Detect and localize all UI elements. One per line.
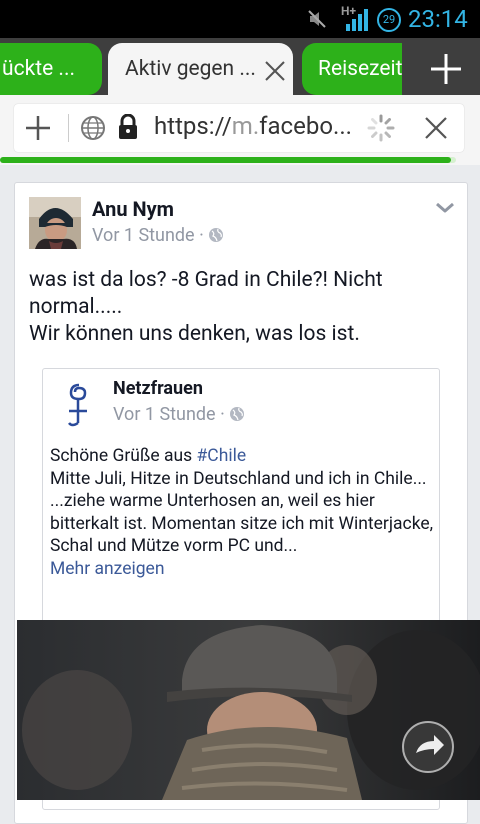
status-bar: H+ 29 23:14 (0, 0, 480, 38)
close-tab-icon[interactable] (264, 60, 286, 82)
shared-meta: Vor 1 Stunde · (113, 404, 245, 425)
loading-spinner-icon (367, 114, 395, 142)
tab-previous[interactable]: ückte ... (0, 43, 102, 95)
shared-text-prefix: Schöne Grüße aus (50, 446, 197, 466)
globe-icon (81, 116, 105, 140)
post-text: was ist da los? -8 Grad in Chile?! Nicht… (29, 267, 449, 348)
shared-text-line: ...ziehe warme Unterhosen an, weil es hi… (50, 491, 434, 556)
page-content: Anu Nym Vor 1 Stunde · was ist da los? -… (0, 165, 480, 824)
address-bar-area: https://m.facebo... (0, 95, 480, 165)
url-host-dim: m. (231, 112, 260, 140)
lock-icon (119, 114, 137, 139)
share-button[interactable] (402, 721, 454, 773)
post-author[interactable]: Anu Nym (92, 197, 174, 221)
mute-icon (308, 10, 326, 28)
see-more-link[interactable]: Mehr anzeigen (50, 558, 434, 581)
new-tab-plus-icon[interactable] (412, 38, 480, 100)
divider (68, 114, 69, 142)
notification-badge-icon: 29 (377, 8, 401, 32)
tab-active[interactable]: Aktiv gegen ... (108, 43, 293, 100)
post-photo[interactable] (17, 620, 480, 800)
audience-globe-icon (208, 228, 223, 242)
page-load-progress (0, 157, 456, 163)
url-scheme: https:// (154, 112, 232, 140)
netzfrauen-logo-icon (57, 379, 99, 431)
avatar[interactable] (29, 197, 81, 249)
url-host: facebo... (259, 112, 352, 140)
tab-bar: ückte ... Aktiv gegen ... Reisezeit (0, 38, 480, 100)
shared-text: Schöne Grüße aus #Chile Mitte Juli, Hitz… (50, 445, 434, 580)
tab-next[interactable]: Reisezeit (302, 43, 402, 95)
page-load-progress-fill (0, 157, 452, 163)
address-bar[interactable]: https://m.facebo... (14, 104, 464, 152)
post-text-line: Wir können uns denken, was los ist. (29, 322, 360, 346)
chevron-down-icon[interactable] (435, 201, 455, 215)
post-time[interactable]: Vor 1 Stunde (92, 225, 195, 246)
tab-label: ückte ... (2, 57, 76, 81)
meta-separator: · (220, 404, 225, 425)
shared-text-line: Mitte Juli, Hitze in Deutschland und ich… (50, 468, 427, 489)
shared-text-line: Schöne Grüße aus #Chile (50, 445, 434, 468)
tab-label: Aktiv gegen ... (125, 57, 256, 81)
clock: 23:14 (408, 5, 468, 33)
shared-author[interactable]: Netzfrauen (113, 378, 203, 399)
post-meta: Vor 1 Stunde · (92, 225, 224, 246)
signal-icon (346, 9, 368, 31)
shared-time[interactable]: Vor 1 Stunde (113, 404, 216, 425)
stop-loading-close-icon[interactable] (424, 116, 448, 140)
share-arrow-icon (416, 735, 444, 755)
post-text-line: was ist da los? -8 Grad in Chile?! Nicht… (29, 268, 383, 319)
hashtag-link[interactable]: #Chile (197, 446, 247, 466)
url-text[interactable]: https://m.facebo... (154, 112, 366, 140)
meta-separator: · (199, 225, 204, 246)
audience-globe-icon (229, 407, 244, 421)
add-bookmark-plus-icon[interactable] (24, 114, 52, 142)
tab-label: Reisezeit (318, 57, 402, 81)
